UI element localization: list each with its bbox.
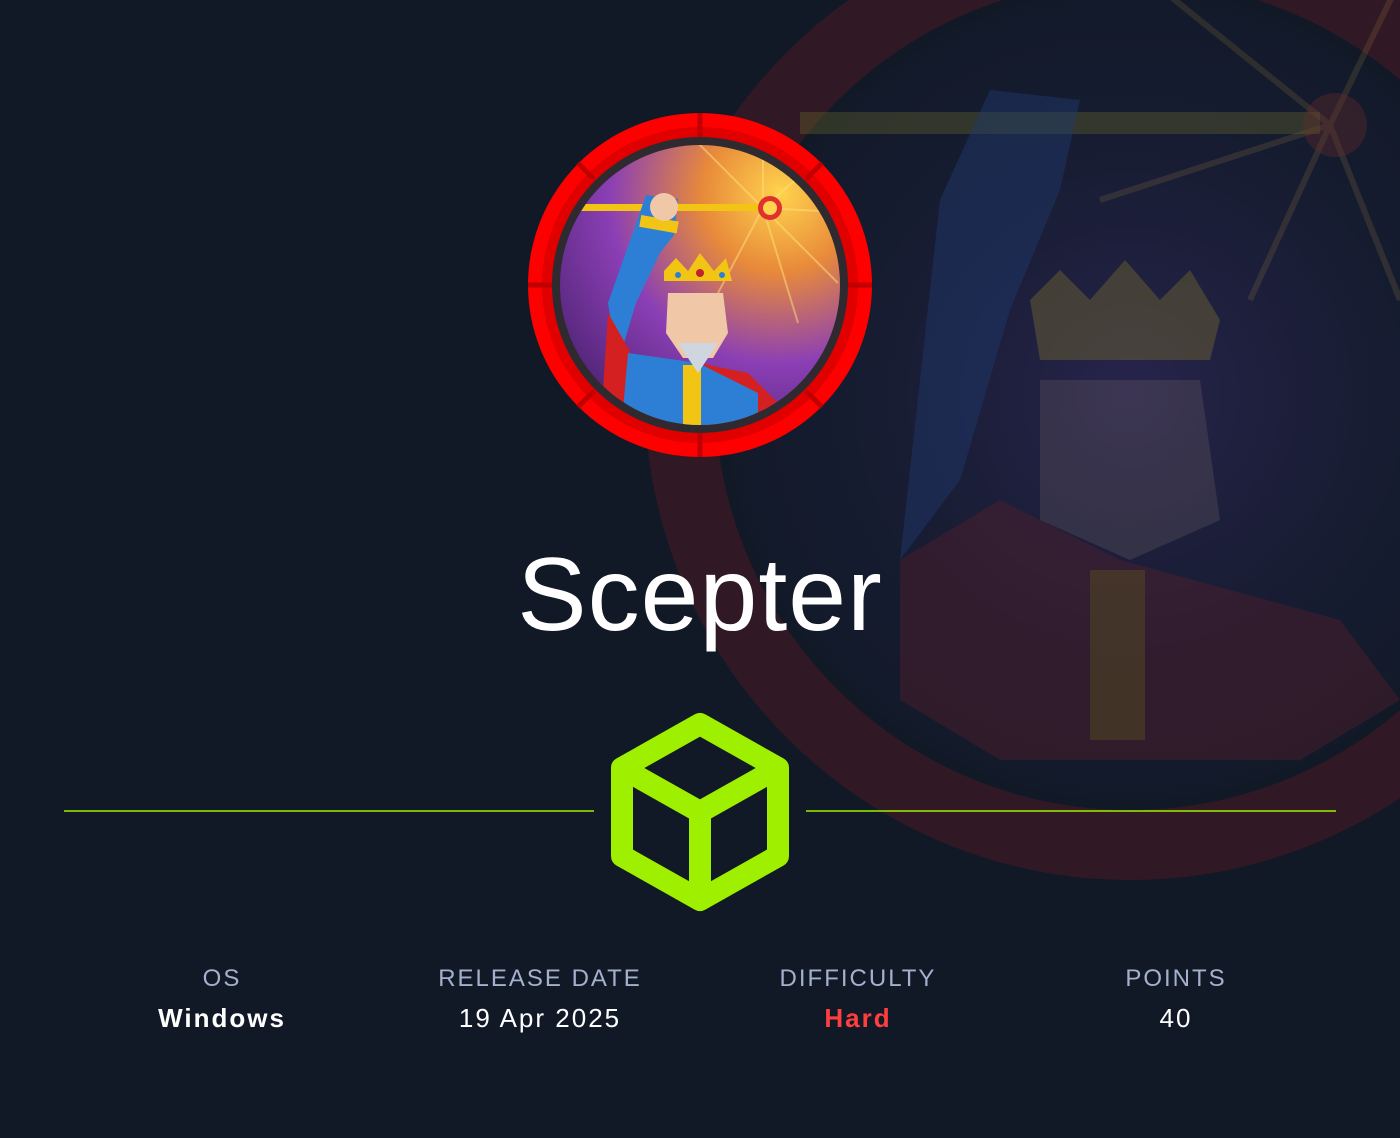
stat-os-label: OS (202, 965, 242, 992)
machine-name: Scepter (517, 537, 883, 653)
hackthebox-cube-icon (611, 713, 789, 911)
divider-right (806, 810, 1336, 812)
stat-release-date: RELEASE DATE 19 Apr 2025 (390, 962, 690, 1038)
stat-release-date-value: 19 Apr 2025 (458, 1003, 622, 1033)
stat-difficulty-value: Hard (824, 1003, 892, 1033)
machine-avatar (528, 113, 872, 457)
stat-difficulty: DIFFICULTY Hard (708, 962, 1008, 1038)
stat-difficulty-label: DIFFICULTY (779, 965, 937, 992)
machine-stats: OS Windows RELEASE DATE 19 Apr 2025 DIFF… (0, 962, 1400, 1052)
stat-points: POINTS 40 (1026, 962, 1326, 1038)
stat-os-value: Windows (158, 1003, 286, 1033)
stat-release-date-label: RELEASE DATE (438, 965, 642, 992)
stat-points-value: 40 (1159, 1003, 1193, 1033)
stat-os: OS Windows (72, 962, 372, 1038)
stat-points-label: POINTS (1125, 965, 1227, 992)
divider-left (64, 810, 594, 812)
